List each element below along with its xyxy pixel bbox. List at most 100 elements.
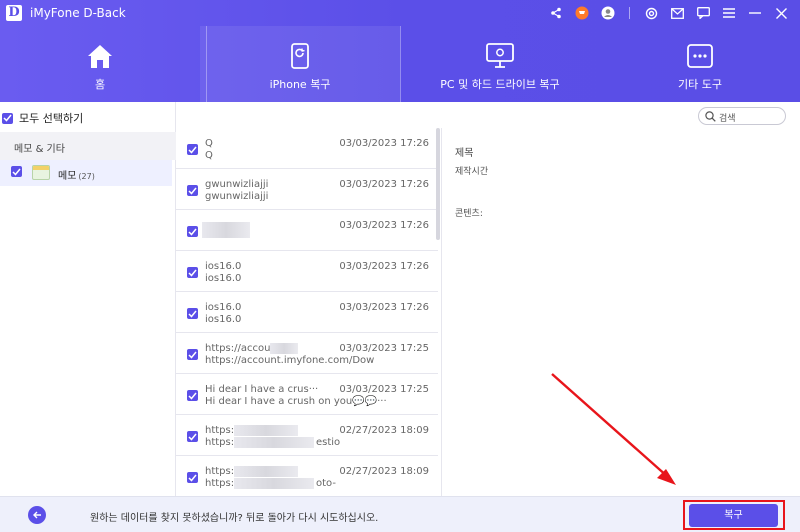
more-tools-icon: [687, 42, 713, 70]
list-item-date: 03/03/2023 17:26: [339, 220, 429, 231]
redacted-content: [234, 478, 314, 489]
titlebar-divider: [629, 7, 630, 19]
category-panel: 모두 선택하기 메모 & 기타 메모 (27): [0, 102, 176, 496]
pc-recover-icon: [486, 42, 514, 70]
redacted-content: [270, 343, 298, 354]
redacted-content: [234, 437, 314, 448]
select-all-checkbox[interactable]: [2, 112, 13, 124]
list-item[interactable]: https://https://estio 02/27/2023 18:09: [176, 415, 438, 456]
list-item-date: 03/03/2023 17:26: [339, 261, 429, 272]
list-scrollbar[interactable]: [436, 128, 440, 240]
settings-icon[interactable]: [642, 4, 660, 22]
search-icon: [705, 111, 716, 125]
list-item-date: 03/03/2023 17:26: [339, 302, 429, 313]
list-item-preview-tail: oto-: [316, 478, 336, 489]
list-item-title: https://accou: [205, 343, 271, 354]
list-item-checkbox[interactable]: [187, 472, 198, 483]
recover-button[interactable]: 복구: [689, 504, 778, 527]
cart-icon[interactable]: [573, 4, 591, 22]
tab-more-tools-label: 기타 도구: [678, 78, 722, 91]
tab-home-label: 홈: [94, 78, 106, 91]
list-item[interactable]: Q Q 03/03/2023 17:26: [176, 128, 438, 169]
detail-content: 콘텐츠:: [455, 209, 483, 219]
category-header[interactable]: 메모 & 기타: [0, 132, 176, 160]
list-item-checkbox[interactable]: [187, 185, 198, 196]
list-item-checkbox[interactable]: [187, 349, 198, 360]
footer-bar: 원하는 데이터를 찾지 못하셨습니까? 뒤로 돌아가 다시 시도하십시오.: [0, 496, 800, 532]
app-header: D iMyFone D-Back 홈 iPhone 복구 PC 및 하드 드라이…: [0, 0, 800, 102]
list-item-title: Q: [205, 138, 213, 149]
category-item-memo[interactable]: 메모 (27): [0, 160, 172, 186]
redacted-content: [234, 466, 298, 477]
app-title: iMyFone D-Back: [30, 6, 126, 20]
list-item-preview: https://account.imyfone.com/Dow: [205, 355, 375, 366]
detail-created: 제작시간: [455, 167, 489, 177]
list-item-checkbox[interactable]: [187, 144, 198, 155]
list-item[interactable]: https://https://oto- 02/27/2023 18:09: [176, 456, 438, 496]
select-all-label: 모두 선택하기: [19, 112, 84, 125]
list-item-preview: Hi dear I have a crush on you💬💬···: [205, 396, 387, 407]
select-all[interactable]: 모두 선택하기: [2, 110, 83, 126]
tab-home[interactable]: 홈: [0, 26, 200, 102]
list-item-preview: ios16.0: [205, 273, 242, 284]
home-icon: [86, 42, 114, 70]
tab-iphone-recovery-label: iPhone 복구: [269, 78, 331, 91]
list-item-preview: gwunwizliajji: [205, 191, 269, 202]
category-label: 메모 & 기타: [14, 144, 65, 155]
notes-icon: [32, 165, 50, 180]
list-item-title: gwunwizliajji: [205, 179, 269, 190]
nav-divider: [206, 26, 207, 102]
redacted-content: [202, 222, 250, 238]
app-logo: D: [6, 5, 22, 21]
list-item-checkbox[interactable]: [187, 308, 198, 319]
list-item-date: 03/03/2023 17:26: [339, 179, 429, 190]
list-item-title: Hi dear I have a crus···: [205, 384, 319, 395]
list-item[interactable]: https://accou https://account.imyfone.com…: [176, 333, 438, 374]
mail-icon[interactable]: [668, 4, 686, 22]
back-button[interactable]: [28, 506, 46, 524]
list-item-checkbox[interactable]: [187, 390, 198, 401]
list-item[interactable]: Hi dear I have a crus··· Hi dear I have a…: [176, 374, 438, 415]
chat-icon[interactable]: [694, 4, 712, 22]
tab-pc-recovery[interactable]: PC 및 하드 드라이브 복구: [400, 26, 600, 102]
phone-recover-icon: [291, 42, 309, 70]
search-input[interactable]: 검색: [698, 107, 786, 125]
account-icon[interactable]: [599, 4, 617, 22]
list-item-date: 02/27/2023 18:09: [339, 466, 429, 477]
menu-icon[interactable]: [720, 4, 738, 22]
list-item[interactable]: 03/03/2023 17:26: [176, 210, 438, 251]
list-item-checkbox[interactable]: [187, 226, 198, 237]
memo-count: (27): [78, 172, 95, 181]
list-item-title: ios16.0: [205, 302, 242, 313]
arrow-left-icon: [32, 511, 41, 519]
list-item[interactable]: ios16.0 ios16.0 03/03/2023 17:26: [176, 292, 438, 333]
list-item-checkbox[interactable]: [187, 431, 198, 442]
tab-pc-recovery-label: PC 및 하드 드라이브 복구: [440, 78, 560, 91]
list-item-date: 03/03/2023 17:25: [339, 343, 429, 354]
close-icon[interactable]: [772, 4, 790, 22]
tab-more-tools[interactable]: 기타 도구: [600, 26, 800, 102]
list-item-date: 03/03/2023 17:26: [339, 138, 429, 149]
list-item-date: 02/27/2023 18:09: [339, 425, 429, 436]
list-item-date: 03/03/2023 17:25: [339, 384, 429, 395]
tab-iphone-recovery[interactable]: iPhone 복구: [200, 26, 400, 102]
share-icon[interactable]: [547, 4, 565, 22]
list-item-title: ios16.0: [205, 261, 242, 272]
list-item-preview: ios16.0: [205, 314, 242, 325]
footer-hint: 원하는 데이터를 찾지 못하셨습니까? 뒤로 돌아가 다시 시도하십시오.: [90, 513, 379, 524]
memo-list: Q Q 03/03/2023 17:26 gwunwizliajji gwunwizli…: [176, 128, 438, 496]
memo-detail-panel: 제목 제작시간 콘텐츠:: [441, 128, 800, 496]
list-item[interactable]: gwunwizliajji gwunwizliajji 03/03/2023 17:…: [176, 169, 438, 210]
list-item[interactable]: ios16.0 ios16.0 03/03/2023 17:26: [176, 251, 438, 292]
title-bar: D iMyFone D-Back: [0, 0, 800, 26]
minimize-icon[interactable]: [746, 4, 764, 22]
nav-divider: [400, 26, 401, 102]
list-item-checkbox[interactable]: [187, 267, 198, 278]
memo-label: 메모 (27): [58, 171, 95, 182]
titlebar-icons: [539, 4, 790, 22]
detail-title: 제목: [455, 148, 474, 159]
list-item-preview: Q: [205, 150, 213, 161]
memo-checkbox[interactable]: [11, 166, 22, 177]
search-placeholder: 검색: [719, 114, 736, 124]
list-item-preview-tail: estio: [316, 437, 341, 448]
